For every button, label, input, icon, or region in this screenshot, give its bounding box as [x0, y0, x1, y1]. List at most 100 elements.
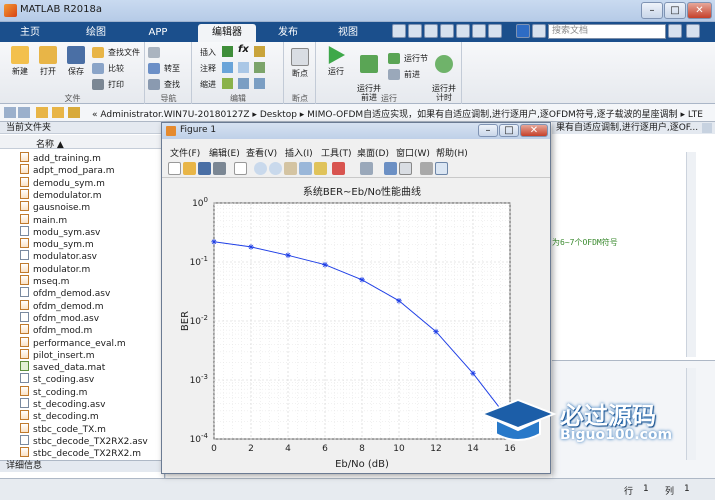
tab-apps[interactable]: APP — [134, 24, 182, 42]
tab-plots[interactable]: 绘图 — [72, 24, 120, 42]
brush-icon[interactable] — [332, 162, 345, 175]
tab-publish[interactable]: 发布 — [264, 24, 312, 42]
file-item[interactable]: adpt_mod_para.m — [20, 164, 115, 176]
file-item[interactable]: st_decoding.asv — [20, 398, 105, 410]
save-quick-icon[interactable] — [392, 24, 406, 38]
show-plot-tools-icon[interactable] — [435, 162, 448, 175]
file-item[interactable]: mseq.m — [20, 275, 69, 287]
insert-legend-icon[interactable] — [399, 162, 412, 175]
editor-close-icon[interactable] — [702, 123, 712, 133]
file-item[interactable]: gausnoise.m — [20, 201, 90, 213]
zoom-out-icon[interactable] — [269, 162, 282, 175]
file-item[interactable]: ofdm_demod.m — [20, 299, 104, 312]
open-button[interactable]: 打开 — [34, 46, 62, 77]
file-item[interactable]: saved_data.mat — [20, 361, 105, 373]
decrease-indent-icon[interactable] — [254, 78, 265, 89]
run-button[interactable]: 运行 — [322, 46, 350, 77]
edit-plot-arrow-icon[interactable] — [234, 162, 247, 175]
smart-indent-icon[interactable] — [222, 78, 233, 89]
menu-tools[interactable]: 工具(T) — [321, 146, 352, 159]
minimize-button[interactable]: – — [641, 2, 663, 19]
file-item[interactable]: demodulator.m — [20, 188, 102, 201]
uncomment-icon[interactable] — [238, 62, 249, 73]
file-item[interactable]: stbc_decode_TX2RX2.m — [20, 447, 141, 459]
editor-scrollbar[interactable] — [686, 152, 696, 357]
file-item[interactable]: stbc_decode_TX2RX2.asv — [20, 434, 148, 447]
up-folder-icon[interactable] — [36, 107, 48, 118]
close-button[interactable]: ✕ — [687, 2, 712, 19]
indent-button[interactable]: 缩进 — [200, 78, 216, 91]
wrap-comment-icon[interactable] — [254, 62, 265, 73]
back-button[interactable] — [148, 46, 164, 59]
tab-home[interactable]: 主页 — [6, 24, 54, 42]
file-item[interactable]: main.m — [20, 213, 67, 226]
insert-dropdown-icon[interactable] — [254, 46, 265, 57]
file-item[interactable]: st_decoding.m — [20, 410, 99, 422]
insert-button[interactable]: 插入 — [200, 46, 216, 59]
search-icon[interactable] — [668, 24, 682, 38]
file-item[interactable]: st_coding.asv — [20, 373, 94, 385]
find-button[interactable]: 查找 — [148, 78, 180, 91]
breakpoints-button[interactable]: 断点 — [286, 48, 314, 79]
find-files-button[interactable]: 查找文件 — [92, 46, 140, 59]
comment-percent-icon[interactable] — [222, 62, 233, 73]
fx-button[interactable]: fx — [238, 44, 249, 55]
file-item[interactable]: modu_sym.m — [20, 238, 94, 250]
open-file-icon[interactable] — [183, 162, 196, 175]
link-plot-icon[interactable] — [360, 162, 373, 175]
menu-help[interactable]: 帮助(H) — [436, 146, 468, 159]
workspace-scrollbar[interactable] — [686, 368, 696, 460]
new-figure-icon[interactable] — [168, 162, 181, 175]
new-button[interactable]: 新建 — [6, 46, 34, 77]
maximize-button[interactable]: □ — [664, 2, 686, 19]
figure-title-bar[interactable]: Figure 1 – □ ✕ — [162, 123, 550, 139]
figure-maximize-button[interactable]: □ — [499, 124, 519, 137]
file-item[interactable]: st_coding.m — [20, 385, 87, 398]
goto-button[interactable]: 转至 — [148, 62, 180, 75]
file-item[interactable]: pilot_insert.m — [20, 348, 95, 361]
print-figure-icon[interactable] — [213, 162, 226, 175]
notification-icon[interactable] — [686, 24, 700, 38]
compare-button[interactable]: 比较 — [92, 62, 124, 75]
menu-insert[interactable]: 插入(I) — [285, 146, 313, 159]
paste-quick-icon[interactable] — [440, 24, 454, 38]
zoom-in-icon[interactable] — [254, 162, 267, 175]
file-item[interactable]: ofdm_mod.m — [20, 324, 92, 336]
help-icon[interactable] — [516, 24, 530, 38]
cut-quick-icon[interactable] — [408, 24, 422, 38]
redo-quick-icon[interactable] — [472, 24, 486, 38]
file-item[interactable]: modulator.asv — [20, 250, 97, 262]
comment-button[interactable]: 注释 — [200, 62, 216, 75]
file-item[interactable]: add_training.m — [20, 152, 101, 164]
file-item[interactable]: ofdm_demod.asv — [20, 287, 110, 299]
browse-folder-icon[interactable] — [52, 107, 64, 118]
tab-editor[interactable]: 编辑器 — [198, 24, 256, 42]
pan-hand-icon[interactable] — [284, 162, 297, 175]
menu-window[interactable]: 窗口(W) — [396, 146, 430, 159]
file-item[interactable]: performance_eval.m — [20, 336, 126, 349]
menu-view[interactable]: 查看(V) — [246, 146, 277, 159]
forward-icon[interactable] — [18, 107, 30, 118]
current-folder-path[interactable]: « Administrator.WIN7U-20180127Z ▸ Deskto… — [92, 107, 703, 120]
hide-plot-tools-icon[interactable] — [420, 162, 433, 175]
figure-close-button[interactable]: ✕ — [520, 124, 548, 137]
tab-view[interactable]: 视图 — [324, 24, 372, 42]
rotate-3d-icon[interactable] — [299, 162, 312, 175]
increase-indent-icon[interactable] — [238, 78, 249, 89]
file-item[interactable]: demodu_sym.m — [20, 176, 105, 189]
file-item[interactable]: modu_sym.asv — [20, 225, 100, 238]
advance-button[interactable]: 前进 — [388, 68, 420, 81]
menu-desktop[interactable]: 桌面(D) — [357, 146, 389, 159]
insert-colorbar-icon[interactable] — [384, 162, 397, 175]
print-button[interactable]: 打印 — [92, 78, 124, 91]
help-dropdown-icon[interactable] — [532, 24, 546, 38]
search-input[interactable]: 搜索文档 — [548, 24, 666, 39]
name-column-header[interactable]: 名称 ▲ — [0, 135, 165, 150]
file-item[interactable]: ofdm_mod.asv — [20, 311, 99, 324]
file-item[interactable]: stbc_code_TX.m — [20, 422, 106, 435]
figure-minimize-button[interactable]: – — [478, 124, 498, 137]
run-section-button[interactable]: 运行节 — [388, 52, 428, 65]
copy-quick-icon[interactable] — [424, 24, 438, 38]
back-icon[interactable] — [4, 107, 16, 118]
file-item[interactable]: modulator.m — [20, 262, 90, 275]
